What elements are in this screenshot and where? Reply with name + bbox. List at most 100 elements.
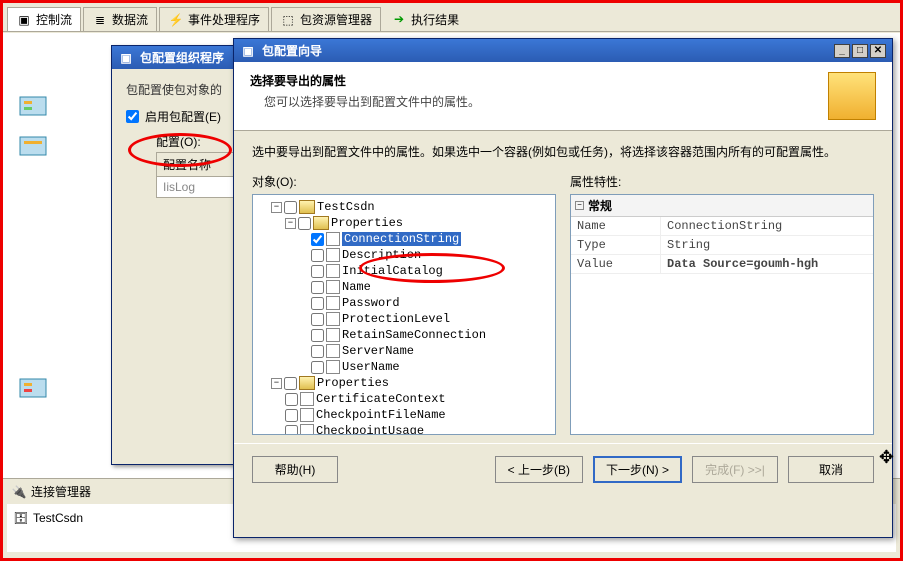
wizard-button-bar: 帮助(H) < 上一步(B) 下一步(N) > 完成(F) >>| 取消 — [234, 443, 892, 495]
wizard-icon — [828, 72, 876, 120]
tree-checkbox[interactable] — [311, 233, 324, 246]
tree-node[interactable]: Password — [257, 295, 551, 311]
tree-node-group[interactable]: − Properties — [257, 215, 551, 231]
finish-button: 完成(F) >>| — [692, 456, 778, 483]
control-flow-icon: ▣ — [16, 12, 32, 28]
task-icon[interactable] — [18, 91, 50, 123]
tree-checkbox[interactable] — [285, 409, 298, 422]
tree-node-group[interactable]: − Properties — [257, 375, 551, 391]
tree-node[interactable]: Description — [257, 247, 551, 263]
tree-checkbox[interactable] — [285, 393, 298, 406]
tree-node[interactable]: CertificateContext — [257, 391, 551, 407]
connection-name: TestCsdn — [33, 511, 83, 525]
tab-data-flow[interactable]: ≣数据流 — [83, 7, 157, 31]
collapse-icon[interactable]: − — [285, 218, 296, 229]
property-key: Value — [571, 255, 661, 273]
tree-checkbox[interactable] — [311, 329, 324, 342]
objects-tree[interactable]: − TestCsdn − Properties ConnectionString D… — [252, 194, 556, 435]
property-row[interactable]: NameConnectionString — [571, 217, 873, 236]
tree-label: Properties — [331, 216, 403, 230]
tab-event-handlers[interactable]: ⚡事件处理程序 — [159, 7, 269, 31]
tree-checkbox[interactable] — [311, 249, 324, 262]
tab-control-flow[interactable]: ▣控制流 — [7, 7, 81, 31]
connection-managers-title: 连接管理器 — [31, 483, 91, 500]
maximize-button[interactable]: □ — [852, 44, 868, 58]
property-value: String — [661, 236, 873, 254]
tree-node[interactable]: UserName — [257, 359, 551, 375]
folder-icon — [299, 200, 315, 214]
tab-label: 数据流 — [112, 11, 148, 28]
tree-checkbox[interactable] — [284, 201, 297, 214]
window-icon: ▣ — [240, 43, 256, 59]
designer-tab-bar: ▣控制流 ≣数据流 ⚡事件处理程序 ⬚包资源管理器 ➔执行结果 — [3, 3, 900, 32]
tree-checkbox[interactable] — [284, 377, 297, 390]
wizard-titlebar[interactable]: ▣ 包配置向导 _ □ ✕ — [234, 39, 892, 62]
collapse-icon[interactable]: − — [271, 378, 282, 389]
property-icon — [300, 392, 314, 406]
tree-label: UserName — [342, 360, 400, 374]
tree-label: Name — [342, 280, 371, 294]
tree-checkbox[interactable] — [311, 361, 324, 374]
tree-node[interactable]: InitialCatalog — [257, 263, 551, 279]
config-name-header: 配置名称 — [163, 158, 211, 172]
wizard-header-subtitle: 您可以选择要导出到配置文件中的属性。 — [264, 93, 828, 110]
wizard-title: 包配置向导 — [262, 42, 322, 59]
tree-checkbox[interactable] — [285, 425, 298, 436]
property-icon — [326, 360, 340, 374]
wizard-header: 选择要导出的属性 您可以选择要导出到配置文件中的属性。 — [234, 62, 892, 131]
tree-node[interactable]: ProtectionLevel — [257, 311, 551, 327]
property-value: ConnectionString — [661, 217, 873, 235]
resize-handle-icon[interactable]: ✥ — [879, 447, 894, 468]
tree-checkbox[interactable] — [311, 297, 324, 310]
tree-checkbox[interactable] — [311, 265, 324, 278]
property-row[interactable]: TypeString — [571, 236, 873, 255]
tab-execution-results[interactable]: ➔执行结果 — [383, 7, 467, 31]
next-button[interactable]: 下一步(N) > — [593, 456, 682, 483]
property-row[interactable]: ValueData Source=goumh-hgh — [571, 255, 873, 274]
minimize-button[interactable]: _ — [834, 44, 850, 58]
wizard-instruction: 选中要导出到配置文件中的属性。如果选中一个容器(例如包或任务)，将选择该容器范围… — [252, 143, 874, 161]
close-button[interactable]: ✕ — [870, 44, 886, 58]
property-icon — [326, 232, 340, 246]
tree-label: ConnectionString — [342, 232, 461, 246]
tree-node[interactable]: Name — [257, 279, 551, 295]
tree-checkbox[interactable] — [298, 217, 311, 230]
task-icon[interactable] — [18, 373, 50, 405]
help-button[interactable]: 帮助(H) — [252, 456, 338, 483]
enable-configs-checkbox[interactable] — [126, 110, 139, 123]
property-icon — [326, 296, 340, 310]
tree-node[interactable]: CheckpointUsage — [257, 423, 551, 435]
tree-node-root[interactable]: − TestCsdn — [257, 199, 551, 215]
tree-node-connectionstring[interactable]: ConnectionString — [257, 231, 551, 247]
folder-icon — [313, 216, 329, 230]
tree-checkbox[interactable] — [311, 281, 324, 294]
back-button[interactable]: < 上一步(B) — [495, 456, 583, 483]
collapse-icon[interactable]: − — [271, 202, 282, 213]
tree-label: CertificateContext — [316, 392, 446, 406]
tree-node[interactable]: RetainSameConnection — [257, 327, 551, 343]
tab-label: 执行结果 — [411, 11, 459, 28]
property-attributes-label: 属性特性: — [570, 173, 874, 190]
folder-icon — [299, 376, 315, 390]
tree-node[interactable]: ServerName — [257, 343, 551, 359]
collapse-icon[interactable]: − — [575, 201, 584, 210]
property-icon — [300, 408, 314, 422]
package-config-wizard-window: ▣ 包配置向导 _ □ ✕ 选择要导出的属性 您可以选择要导出到配置文件中的属性… — [233, 38, 893, 538]
property-icon — [326, 344, 340, 358]
package-icon: ⬚ — [280, 12, 296, 28]
property-icon — [326, 312, 340, 326]
objects-label: 对象(O): — [252, 173, 556, 190]
tab-label: 包资源管理器 — [300, 11, 372, 28]
tree-checkbox[interactable] — [311, 313, 324, 326]
task-icon[interactable] — [18, 131, 50, 163]
property-icon — [326, 280, 340, 294]
tab-package-explorer[interactable]: ⬚包资源管理器 — [271, 7, 381, 31]
tree-label: TestCsdn — [317, 200, 375, 214]
property-grid[interactable]: −常规 NameConnectionString TypeString Valu… — [570, 194, 874, 435]
tree-checkbox[interactable] — [311, 345, 324, 358]
tree-label: ProtectionLevel — [342, 312, 450, 326]
cancel-button[interactable]: 取消 — [788, 456, 874, 483]
property-category-header[interactable]: −常规 — [571, 195, 873, 217]
tree-label: Properties — [317, 376, 389, 390]
tree-node[interactable]: CheckpointFileName — [257, 407, 551, 423]
